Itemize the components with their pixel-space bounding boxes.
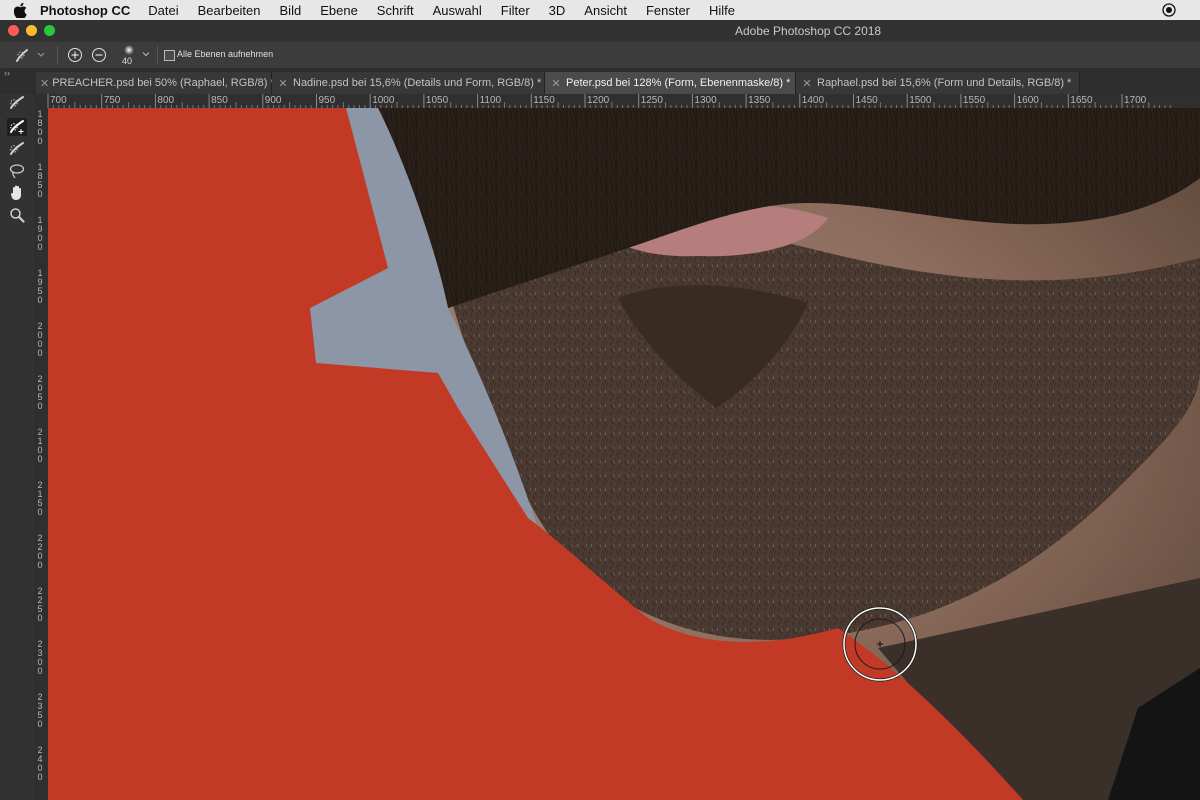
ruler-label: 700: [50, 95, 67, 106]
ruler-label: 2100: [37, 427, 43, 464]
ruler-label: 2000: [37, 321, 43, 358]
ruler-label: 1950: [37, 268, 43, 305]
ruler-label: 1000: [372, 95, 395, 106]
ruler-label: 2400: [37, 745, 43, 782]
ruler-label: 2250: [37, 586, 43, 623]
menu-item-bild[interactable]: Bild: [280, 3, 302, 18]
ruler-label: 2300: [37, 639, 43, 676]
ruler-label: 1250: [640, 95, 663, 106]
ruler-label: 1050: [425, 95, 449, 106]
brush-picker-chevron-icon[interactable]: [142, 50, 150, 61]
tab-preacher[interactable]: ✕ PREACHER.psd bei 50% (Raphael, RGB/8) …: [36, 72, 275, 94]
ruler-label: 1450: [855, 95, 878, 106]
ruler-label: 1300: [694, 95, 717, 106]
document-tab-bar: ›› ✕ PREACHER.psd bei 50% (Raphael, RGB/…: [0, 68, 1200, 94]
menu-app-name[interactable]: Photoshop CC: [40, 3, 130, 18]
options-separator: [157, 46, 158, 64]
ruler-label: 900: [264, 95, 282, 106]
menu-item-fenster[interactable]: Fenster: [646, 3, 690, 18]
quick-selection-tool-icon[interactable]: [7, 94, 27, 112]
vertical-ruler[interactable]: 1800 1850 1900 1950 2000 2050 2100 2150 2200 2250…: [34, 108, 48, 800]
ruler-label: 1800: [37, 109, 43, 146]
ruler-label: 1400: [801, 95, 825, 106]
ruler-label: 1900: [37, 215, 43, 252]
ruler-label: 1500: [909, 95, 932, 106]
sample-all-layers-checkbox[interactable]: [164, 50, 175, 61]
menu-item-ansicht[interactable]: Ansicht: [584, 3, 627, 18]
menu-item-ebene[interactable]: Ebene: [320, 3, 358, 18]
options-bar: 40 Alle Ebenen aufnehmen: [0, 42, 1200, 68]
ruler-label: 750: [103, 95, 121, 106]
lasso-tool-icon[interactable]: [7, 162, 27, 180]
hand-tool-icon[interactable]: [7, 184, 27, 202]
menu-bar: Photoshop CC Datei Bearbeiten Bild Ebene…: [0, 0, 1200, 20]
ruler-label: 2050: [37, 374, 43, 411]
menu-item-auswahl[interactable]: Auswahl: [433, 3, 482, 18]
ruler-label: 1200: [587, 95, 610, 106]
ruler-label: 1850: [37, 162, 43, 199]
ruler-label: 850: [211, 95, 228, 106]
ruler-label: 1100: [479, 95, 502, 106]
tool-preset-picker[interactable]: [14, 46, 46, 67]
menu-item-bearbeiten[interactable]: Bearbeiten: [198, 3, 261, 18]
tab-close-icon[interactable]: ✕: [549, 77, 563, 90]
menu-item-hilfe[interactable]: Hilfe: [709, 3, 735, 18]
ruler-label: 1700: [1124, 95, 1147, 106]
close-window-button[interactable]: [8, 25, 19, 36]
ruler-label: 1600: [1016, 95, 1039, 106]
ruler-label: 800: [157, 95, 175, 106]
tab-raphael[interactable]: ✕ Raphael.psd bei 15,6% (Form und Detail…: [796, 72, 1080, 94]
window-title: Adobe Photoshop CC 2018: [735, 24, 882, 38]
tab-label: Nadine.psd bei 15,6% (Details und Form, …: [293, 77, 542, 89]
horizontal-ruler[interactable]: 700 750 800 850 900 950 1000 1050 1100 1150 1200 12…: [34, 94, 1200, 108]
ruler-label: 1150: [533, 95, 555, 106]
zoom-window-button[interactable]: [44, 25, 55, 36]
tools-panel: [0, 94, 34, 800]
window-controls: [8, 25, 55, 36]
tab-close-icon[interactable]: ✕: [800, 77, 814, 90]
ruler-label: 1350: [748, 95, 771, 106]
tab-peter[interactable]: ✕ Peter.psd bei 128% (Form, Ebenenmaske/…: [545, 72, 796, 94]
ruler-label: 950: [318, 95, 336, 106]
minimize-window-button[interactable]: [26, 25, 37, 36]
tab-label: Peter.psd bei 128% (Form, Ebenenmaske/8)…: [566, 77, 791, 89]
menu-item-filter[interactable]: Filter: [501, 3, 530, 18]
tab-label: Raphael.psd bei 15,6% (Form und Details,…: [817, 77, 1072, 89]
add-to-selection-icon[interactable]: [67, 47, 83, 66]
menu-item-schrift[interactable]: Schrift: [377, 3, 414, 18]
menu-item-datei[interactable]: Datei: [148, 3, 178, 18]
sample-all-layers-label[interactable]: Alle Ebenen aufnehmen: [177, 49, 273, 59]
window-title-bar: Adobe Photoshop CC 2018: [0, 20, 1200, 42]
quick-selection-subtract-tool-icon[interactable]: [7, 140, 27, 158]
quick-selection-add-tool-icon[interactable]: [7, 118, 27, 136]
document-canvas[interactable]: [48, 108, 1200, 800]
record-status-icon[interactable]: [1162, 3, 1176, 17]
panel-collapse-icon[interactable]: ››: [4, 68, 10, 78]
ruler-label: 2200: [37, 533, 43, 570]
photo-with-mask-overlay: [48, 108, 1200, 800]
ruler-label: 2350: [37, 692, 43, 729]
tab-close-icon[interactable]: ✕: [276, 77, 290, 90]
ruler-label: 2150: [37, 480, 43, 517]
ruler-label: 1650: [1070, 95, 1093, 106]
ruler-label: 1550: [962, 95, 986, 106]
zoom-tool-icon[interactable]: [7, 206, 27, 224]
menu-item-3d[interactable]: 3D: [549, 3, 566, 18]
options-separator: [57, 46, 58, 64]
brush-size-value: 40: [122, 56, 133, 66]
subtract-from-selection-icon[interactable]: [91, 47, 107, 66]
brush-cursor-icon: [842, 606, 918, 682]
tab-close-icon[interactable]: ✕: [40, 77, 49, 90]
apple-icon[interactable]: [14, 2, 30, 18]
tab-label: PREACHER.psd bei 50% (Raphael, RGB/8) *: [52, 77, 275, 89]
tab-nadine[interactable]: ✕ Nadine.psd bei 15,6% (Details und Form…: [272, 72, 545, 94]
